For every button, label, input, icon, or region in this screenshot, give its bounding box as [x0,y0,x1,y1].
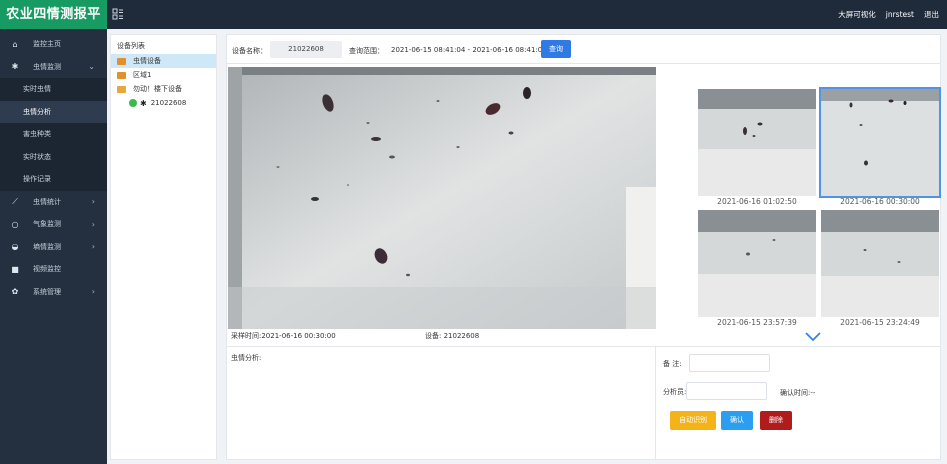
chevron-right-icon: › [91,219,95,229]
analyst-input[interactable] [686,382,767,400]
big-screen-link[interactable]: 大屏可视化 [838,9,876,20]
sidebar-item-home[interactable]: ⌂ 监控主页 [0,33,107,56]
auto-identify-button[interactable]: 自动识别 [670,411,716,430]
analyst-label: 分析员: [663,388,687,396]
thumbnail-time: 2021-06-16 01:02:50 [717,197,797,206]
range-input[interactable]: 2021-06-15 08:41:04 - 2021-06-16 08:41:0… [391,46,547,54]
tree-node-label: 虫情设备 [133,57,161,65]
remark-input[interactable] [689,354,770,372]
divider [655,347,656,460]
thumbnail-image[interactable] [698,210,816,317]
sidebar-item-label: 监控主页 [33,40,61,49]
home-icon: ⌂ [12,39,18,49]
top-bar: 农业四情测报平台 大屏可视化 jnrstest 退出 [0,0,947,51]
confirm-button[interactable]: 确认 [721,411,753,430]
chart-icon: ⟋ [12,196,18,206]
device-tree-panel: 设备列表 虫情设备 区域1 勿动！楼下设备 ✱ 21022608 [110,34,217,460]
chevron-right-icon: › [91,287,95,297]
query-button[interactable]: 查询 [541,40,571,58]
platform-title: 农业四情测报平台 [0,0,107,51]
delete-button[interactable]: 删除 [760,411,792,430]
sidebar-item-weather[interactable]: ○ 气象监测 › [0,213,107,236]
chevron-down-icon[interactable] [805,332,821,342]
tree-node-label: 21022608 [150,99,187,107]
menu-toggle-icon[interactable] [112,8,124,20]
tree-node-label: 区域1 [133,71,152,79]
sidebar-item-soil[interactable]: ◒ 墒情监测 › [0,236,107,259]
tree-node-device-21022608[interactable]: ✱ 21022608 [111,96,216,110]
video-icon: ■ [11,264,19,274]
tree-node-area1[interactable]: 区域1 [111,68,216,82]
logout-link[interactable]: 退出 [924,9,939,20]
main-panel: 设备名称： 21022608 查询范围： 2021-06-15 08:41:04… [226,34,941,460]
thumbnail-time: 2021-06-16 00:30:00 [840,197,920,206]
sidebar-item-label: 墒情监测 [33,242,61,251]
confirm-time-label: 确认时间:-- [780,389,816,397]
chevron-right-icon: › [91,242,95,252]
thumbnail-grid: 2021-06-16 01:02:50 2021-06-16 00:30:00 … [698,87,941,329]
sidebar: ⌂ 监控主页 ✱ 虫情监测 ⌄ 实时虫情 虫情分析 害虫种类 实时状态 操作记录… [0,29,107,464]
settings-icon: ✿ [11,287,19,297]
sidebar-item-system[interactable]: ✿ 系统管理 › [0,281,107,304]
chevron-right-icon: › [91,197,95,207]
sidebar-item-pest-stats[interactable]: ⟋ 虫情统计 › [0,191,107,214]
sample-time-label: 采样时间:2021-06-16 00:30:00 [231,332,336,340]
analysis-section: 虫情分析: 备 注: 分析员: 确认时间:-- 自动识别 确认 删除 [227,346,940,460]
device-tree-title: 设备列表 [117,42,145,50]
analysis-label: 虫情分析: [231,354,262,362]
thumbnail-image[interactable] [698,89,816,196]
range-label: 查询范围： [349,47,384,55]
bug-icon: ✱ [140,98,147,108]
filter-bar: 设备名称： 21022608 查询范围： 2021-06-15 08:41:04… [227,35,940,64]
sidebar-item-label: 虫情统计 [33,197,61,206]
sidebar-subitem-realtime-status[interactable]: 实时状态 [0,145,107,168]
soil-icon: ◒ [11,242,19,252]
sidebar-subitem-operation-log[interactable]: 操作记录 [0,168,107,191]
thumbnail-time: 2021-06-15 23:57:39 [717,318,797,327]
tree-node-pest-devices[interactable]: 虫情设备 [111,54,216,68]
folder-open-icon [117,85,126,93]
main-trap-image[interactable] [228,67,656,329]
sidebar-subitem-pest-species[interactable]: 害虫种类 [0,123,107,146]
sidebar-item-label: 视频监控 [33,265,61,274]
sidebar-subitem-pest-analysis[interactable]: 虫情分析 [0,100,107,123]
device-id-label: 设备: 21022608 [425,332,480,340]
thumbnail-image-selected[interactable] [819,87,941,198]
sidebar-item-video[interactable]: ■ 视频监控 [0,258,107,281]
sidebar-item-pest-monitor[interactable]: ✱ 虫情监测 ⌄ [0,56,107,79]
remark-label: 备 注: [663,360,682,368]
folder-icon [117,71,126,79]
sidebar-item-label: 气象监测 [33,220,61,229]
tree-node-label: 勿动！楼下设备 [133,85,182,93]
device-name-label: 设备名称： [232,47,267,55]
sidebar-subitem-realtime-pest[interactable]: 实时虫情 [0,78,107,101]
thumbnail-image[interactable] [821,210,939,317]
username-link[interactable]: jnrstest [886,10,914,19]
online-status-icon [129,99,137,107]
thumbnail-time: 2021-06-15 23:24:49 [840,318,920,327]
folder-icon [117,57,126,65]
device-name-field[interactable]: 21022608 [270,41,342,58]
weather-icon: ○ [11,219,19,229]
tree-node-downstairs-device[interactable]: 勿动！楼下设备 [111,82,216,96]
sidebar-item-label: 系统管理 [33,287,61,296]
bug-icon: ✱ [11,62,19,72]
chevron-down-icon: ⌄ [88,62,95,72]
top-nav: 大屏可视化 jnrstest 退出 [838,0,939,29]
sidebar-item-label: 虫情监测 [33,62,61,71]
